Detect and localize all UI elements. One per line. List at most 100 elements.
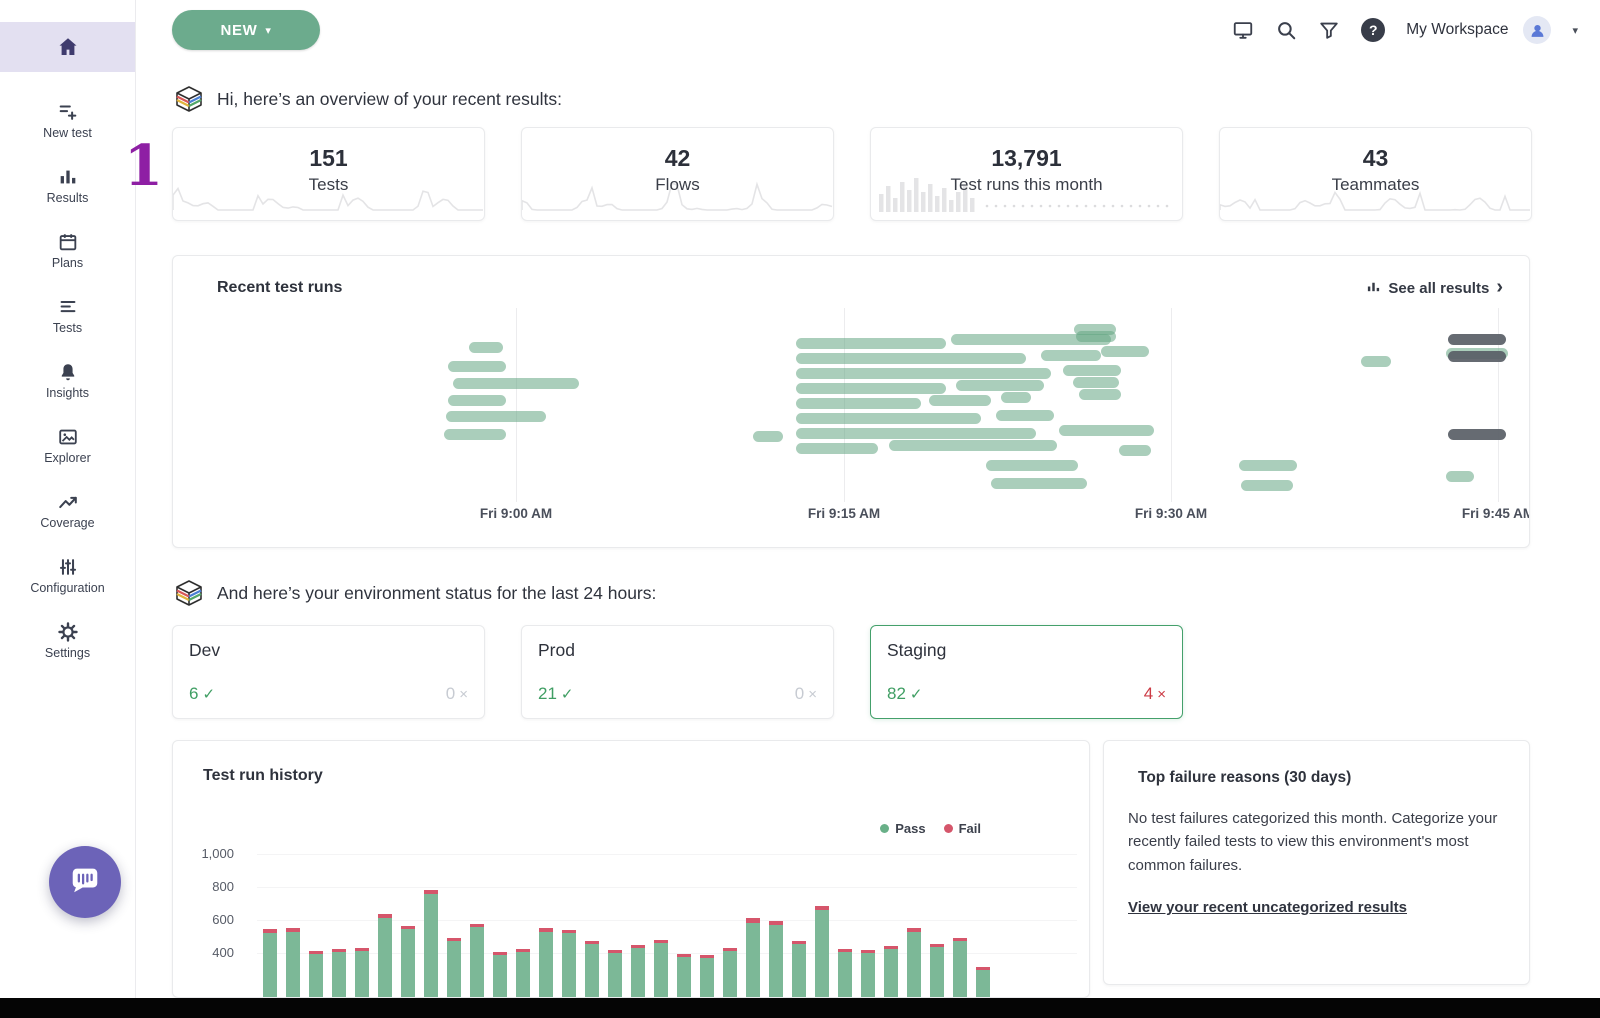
environment-card-prod[interactable]: Prod21✓0× — [521, 625, 834, 719]
history-pass-segment[interactable] — [332, 952, 346, 998]
history-pass-segment[interactable] — [631, 948, 645, 998]
history-pass-segment[interactable] — [930, 947, 944, 998]
sidebar-item-configuration[interactable]: Configuration — [0, 543, 135, 608]
stat-card-flows[interactable]: 42Flows — [521, 127, 834, 221]
history-pass-segment[interactable] — [401, 929, 415, 998]
test-run-bar[interactable] — [453, 378, 579, 389]
history-pass-segment[interactable] — [447, 941, 461, 998]
test-run-bar[interactable] — [1001, 392, 1031, 403]
test-run-bar[interactable] — [1079, 389, 1121, 400]
test-run-bar[interactable] — [1448, 351, 1506, 362]
test-run-bar[interactable] — [796, 368, 1051, 379]
history-pass-segment[interactable] — [516, 952, 530, 998]
test-run-bar[interactable] — [1239, 460, 1297, 471]
history-pass-segment[interactable] — [792, 944, 806, 998]
test-run-bar[interactable] — [796, 428, 1036, 439]
history-pass-segment[interactable] — [585, 944, 599, 998]
history-pass-segment[interactable] — [263, 933, 277, 998]
history-pass-segment[interactable] — [286, 932, 300, 998]
stat-card-test-runs-this-month[interactable]: 13,791Test runs this month — [870, 127, 1183, 221]
environment-card-dev[interactable]: Dev6✓0× — [172, 625, 485, 719]
sidebar-item-explorer[interactable]: Explorer — [0, 413, 135, 478]
test-run-bar[interactable] — [796, 398, 921, 409]
test-run-bar[interactable] — [1076, 331, 1116, 342]
monitor-icon[interactable] — [1232, 19, 1254, 41]
test-run-bar[interactable] — [469, 342, 503, 353]
history-pass-segment[interactable] — [815, 910, 829, 998]
history-pass-segment[interactable] — [884, 949, 898, 998]
stat-card-teammates[interactable]: 43Teammates — [1219, 127, 1532, 221]
sidebar-item-results[interactable]: Results — [0, 153, 135, 218]
avatar[interactable] — [1523, 16, 1551, 44]
test-run-bar[interactable] — [889, 440, 1057, 451]
history-pass-segment[interactable] — [769, 925, 783, 998]
test-run-bar[interactable] — [1063, 365, 1121, 376]
uncategorized-results-link[interactable]: View your recent uncategorized results — [1128, 899, 1407, 916]
filter-icon[interactable] — [1318, 19, 1340, 41]
sidebar-item-home[interactable] — [0, 22, 135, 72]
new-button[interactable]: NEW ▾ — [172, 10, 320, 50]
history-pass-segment[interactable] — [424, 894, 438, 998]
history-pass-segment[interactable] — [470, 927, 484, 998]
history-pass-segment[interactable] — [378, 918, 392, 998]
history-pass-segment[interactable] — [907, 932, 921, 998]
test-run-bar[interactable] — [986, 460, 1078, 471]
test-run-bar[interactable] — [796, 443, 878, 454]
test-run-bar[interactable] — [1448, 429, 1506, 440]
test-run-bar[interactable] — [991, 478, 1087, 489]
test-run-bar[interactable] — [929, 395, 991, 406]
test-run-bar[interactable] — [796, 338, 946, 349]
test-run-bar[interactable] — [444, 429, 506, 440]
test-run-bar[interactable] — [1448, 334, 1506, 345]
test-run-bar[interactable] — [796, 413, 981, 424]
environment-card-staging[interactable]: Staging82✓4× — [870, 625, 1183, 719]
new-test-icon — [57, 101, 79, 123]
workspace-caret-icon[interactable]: ▾ — [1572, 24, 1578, 37]
history-pass-segment[interactable] — [654, 943, 668, 998]
test-run-bar[interactable] — [1059, 425, 1154, 436]
sidebar-item-coverage[interactable]: Coverage — [0, 478, 135, 543]
test-run-bar[interactable] — [753, 431, 783, 442]
test-run-bar[interactable] — [448, 361, 506, 372]
test-run-bar[interactable] — [448, 395, 506, 406]
history-pass-segment[interactable] — [838, 952, 852, 998]
test-run-bar[interactable] — [956, 380, 1044, 391]
test-run-bar[interactable] — [1241, 480, 1293, 491]
sidebar-item-plans[interactable]: Plans — [0, 218, 135, 283]
sidebar-item-new-test[interactable]: New test — [0, 88, 135, 153]
history-pass-segment[interactable] — [861, 953, 875, 998]
test-run-bar[interactable] — [1041, 350, 1101, 361]
chat-widget-button[interactable] — [49, 846, 121, 918]
sidebar-item-label: Insights — [46, 386, 89, 400]
sidebar-item-settings[interactable]: Settings — [0, 608, 135, 673]
test-run-bar[interactable] — [796, 353, 1026, 364]
sidebar-item-label: New test — [43, 126, 92, 140]
history-pass-segment[interactable] — [976, 970, 990, 999]
history-pass-segment[interactable] — [562, 933, 576, 998]
test-run-bar[interactable] — [1446, 471, 1474, 482]
test-run-bar[interactable] — [996, 410, 1054, 421]
test-run-bar[interactable] — [796, 383, 946, 394]
history-pass-segment[interactable] — [493, 955, 507, 998]
history-pass-segment[interactable] — [355, 951, 369, 999]
sidebar-item-tests[interactable]: Tests — [0, 283, 135, 348]
help-icon[interactable]: ? — [1361, 18, 1385, 42]
stat-card-tests[interactable]: 151Tests — [172, 127, 485, 221]
test-run-bar[interactable] — [1101, 346, 1149, 357]
test-run-bar[interactable] — [1073, 377, 1119, 388]
workspace-label[interactable]: My Workspace — [1406, 21, 1508, 39]
history-pass-segment[interactable] — [539, 932, 553, 998]
history-pass-segment[interactable] — [309, 954, 323, 998]
history-pass-segment[interactable] — [700, 958, 714, 999]
test-run-bar[interactable] — [446, 411, 546, 422]
stat-value: 13,791 — [871, 145, 1182, 172]
sidebar-item-insights[interactable]: Insights — [0, 348, 135, 413]
history-pass-segment[interactable] — [677, 957, 691, 998]
test-run-bar[interactable] — [1119, 445, 1151, 456]
history-pass-segment[interactable] — [608, 953, 622, 999]
search-icon[interactable] — [1275, 19, 1297, 41]
history-pass-segment[interactable] — [723, 951, 737, 999]
history-pass-segment[interactable] — [746, 923, 760, 999]
history-pass-segment[interactable] — [953, 941, 967, 998]
test-run-bar[interactable] — [1361, 356, 1391, 367]
